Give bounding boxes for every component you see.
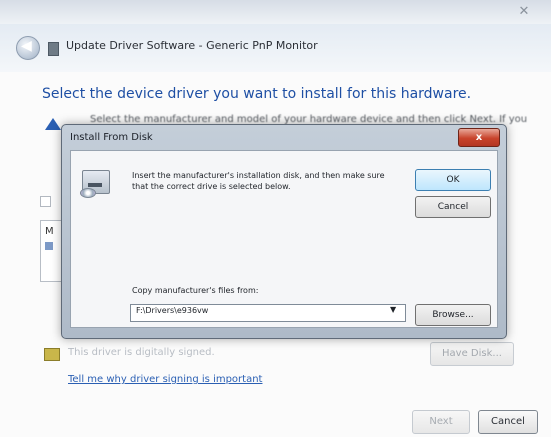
back-button[interactable]: ◀ [16,36,40,60]
wizard-heading: Select the device driver you want to ins… [42,86,472,102]
show-compatible-checkbox[interactable] [40,196,51,207]
dialog-close-button[interactable]: x [458,128,500,147]
hardware-icon [45,118,61,130]
drive-slot-icon [88,183,102,187]
list-item-icon [45,242,53,250]
wizard-title: Update Driver Software - Generic PnP Mon… [66,39,318,52]
driver-signing-link[interactable]: Tell me why driver signing is important [68,374,262,385]
next-button[interactable]: Next [412,410,470,434]
insert-disk-instruction: Insert the manufacturer's installation d… [132,171,385,191]
device-icon [48,42,59,56]
browse-button[interactable]: Browse... [415,304,491,326]
signed-driver-icon [44,348,60,361]
dialog-cancel-button[interactable]: Cancel [415,196,491,218]
manufacturer-list-header: M [45,226,54,237]
copy-files-label: Copy manufacturer's files from: [132,286,259,295]
wizard-close-button[interactable]: ✕ [509,3,539,21]
window-top-edge [0,0,551,24]
back-arrow-icon: ◀ [21,38,32,54]
dialog-title: Install From Disk [70,132,153,143]
signed-status-text: This driver is digitally signed. [68,347,215,358]
source-path-value[interactable]: F:\Drivers\e936vw [136,306,208,315]
wizard-cancel-button[interactable]: Cancel [478,410,538,434]
dropdown-arrow-icon[interactable]: ▼ [390,305,396,314]
have-disk-button[interactable]: Have Disk... [430,342,514,366]
ok-button[interactable]: OK [415,169,491,191]
cd-disc-icon [80,188,96,198]
